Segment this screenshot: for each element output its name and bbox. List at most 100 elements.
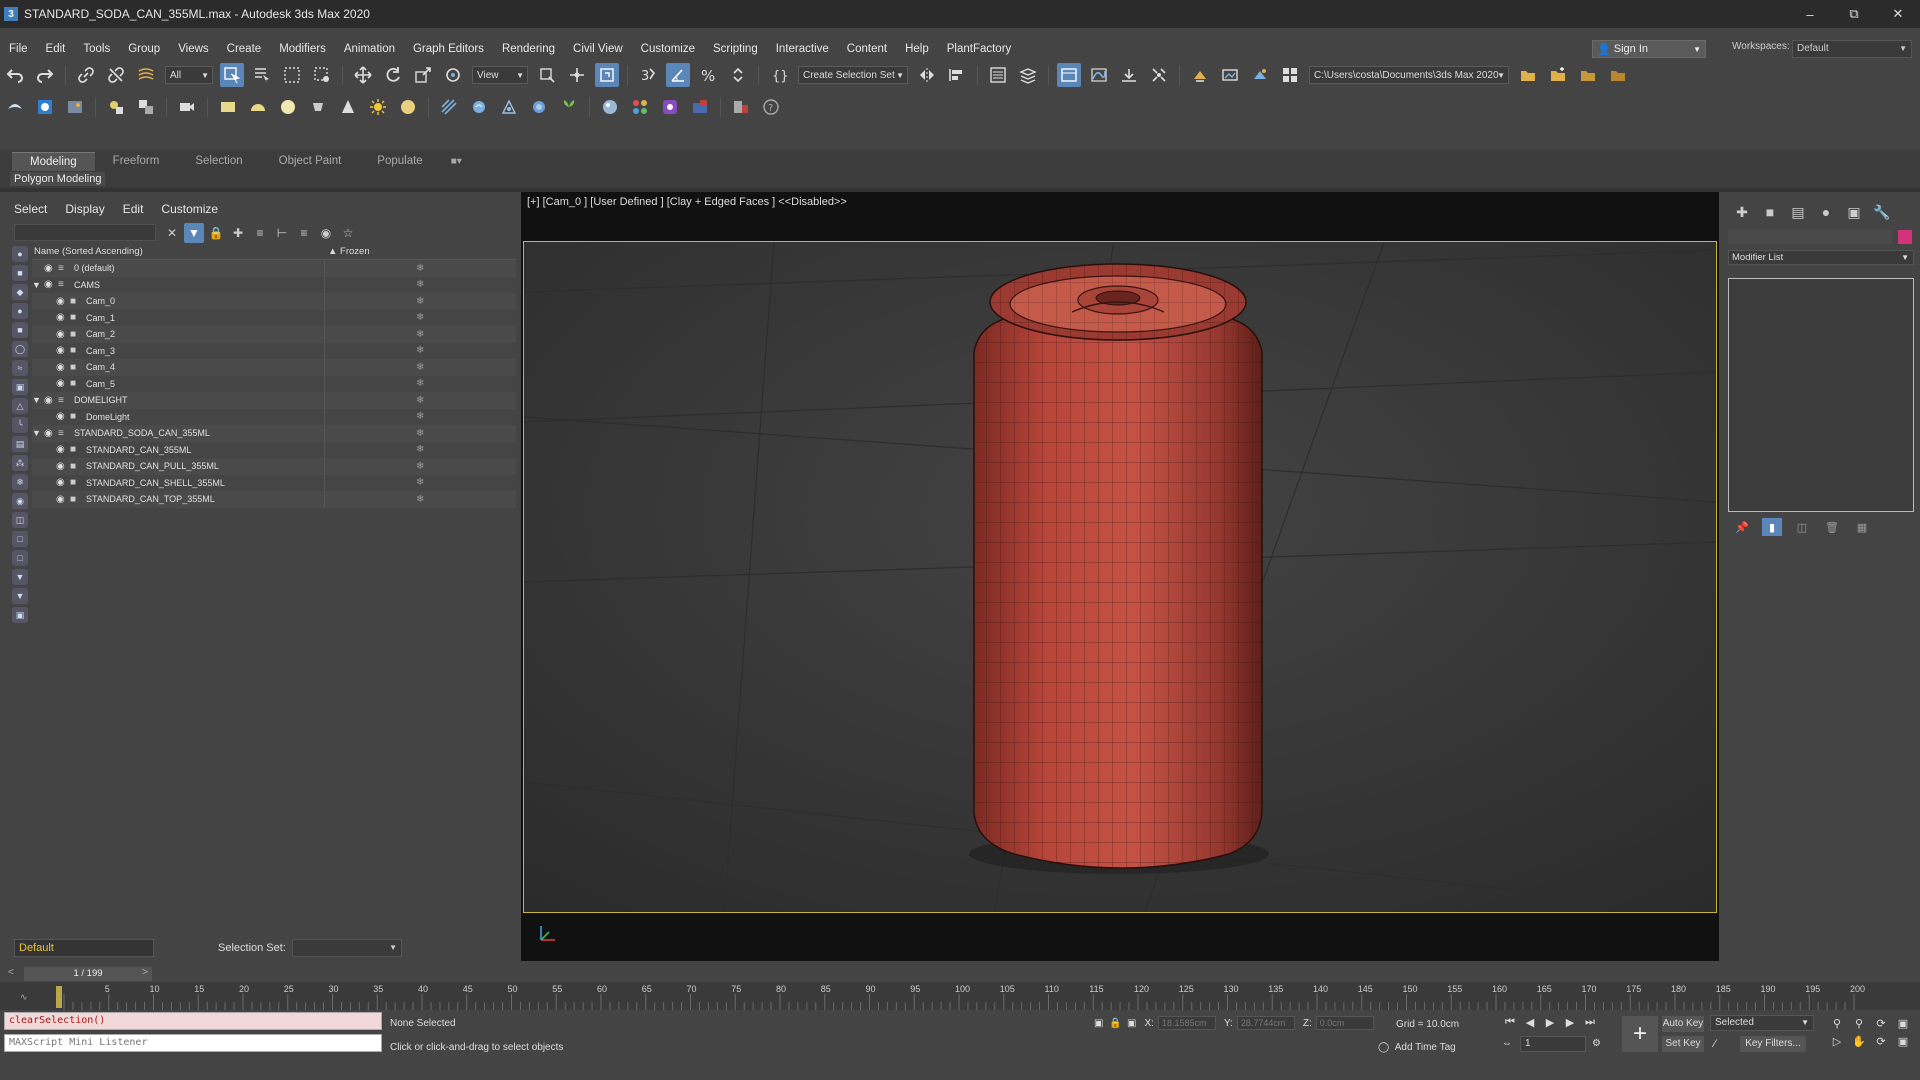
mirror-icon[interactable] <box>915 63 939 87</box>
select-dependents-icon[interactable]: ▼ <box>12 588 28 604</box>
visibility-eye-icon[interactable]: ◉ <box>56 296 70 307</box>
arnold-procedural-icon[interactable] <box>527 95 551 119</box>
menu-graph-editors[interactable]: Graph Editors <box>404 43 493 55</box>
show-end-result-icon[interactable]: ▮ <box>1762 518 1782 536</box>
unlink-icon[interactable] <box>104 63 128 87</box>
explorer-row[interactable]: ◉ ■ DomeLight ❄ <box>32 408 516 425</box>
motion-panel-icon[interactable]: ● <box>1812 202 1840 222</box>
remove-modifier-icon[interactable]: 🗑 <box>1822 518 1842 536</box>
menu-scripting[interactable]: Scripting <box>704 43 767 55</box>
next-frame-icon[interactable]: ▶ <box>1560 1014 1580 1030</box>
menu-customize[interactable]: Customize <box>632 43 704 55</box>
rect-selection-icon[interactable] <box>280 63 304 87</box>
new-layer-icon[interactable]: ✚ <box>228 223 248 243</box>
add-time-tag[interactable]: ◯ Add Time Tag <box>1378 1042 1456 1053</box>
hierarchy-icon[interactable]: ⊢ <box>272 223 292 243</box>
expand-arrow-icon[interactable]: ▼ <box>32 428 44 438</box>
explorer-menu-select[interactable]: Select <box>14 202 47 216</box>
display-panel-icon[interactable]: ▣ <box>1840 202 1868 222</box>
selection-filter-dropdown[interactable]: All ▼ <box>165 66 213 84</box>
visibility-eye-icon[interactable]: ◉ <box>56 378 70 389</box>
maxscript-output[interactable]: clearSelection() <box>4 1012 382 1030</box>
display-bones-icon[interactable]: ╰ <box>12 417 28 433</box>
arnold-camera-icon[interactable] <box>175 95 199 119</box>
set-key-mode-button[interactable]: + <box>1622 1016 1658 1052</box>
column-name-header[interactable]: Name (Sorted Ascending) <box>32 246 322 259</box>
project-paths-icon[interactable] <box>1606 63 1630 87</box>
find-icon[interactable]: ☆ <box>338 223 358 243</box>
arnold-skydome-icon[interactable] <box>246 95 270 119</box>
visibility-eye-icon[interactable]: ◉ <box>44 263 58 274</box>
modifier-stack[interactable] <box>1728 278 1914 512</box>
display-helpers-icon[interactable]: ◯ <box>12 341 28 357</box>
maximize-viewport-icon[interactable]: ▣ <box>1892 1014 1914 1032</box>
render-in-cloud-icon[interactable] <box>1278 63 1302 87</box>
angle-snap-icon[interactable] <box>666 63 690 87</box>
frozen-toggle-icon[interactable]: ❄ <box>416 279 424 290</box>
arnold-volume-icon[interactable] <box>437 95 461 119</box>
arnold-material-sphere-icon[interactable] <box>598 95 622 119</box>
arnold-help-icon[interactable]: ? <box>759 95 783 119</box>
display-xrefs-icon[interactable]: △ <box>12 398 28 414</box>
explorer-menu-edit[interactable]: Edit <box>123 202 144 216</box>
snaps-toggle-icon[interactable]: 3 <box>636 63 660 87</box>
pin-stack-icon[interactable]: 📌 <box>1732 518 1752 536</box>
make-unique-icon[interactable]: ◫ <box>1792 518 1812 536</box>
render-production-icon[interactable] <box>1248 63 1272 87</box>
arnold-render-icon[interactable] <box>33 95 57 119</box>
menu-views[interactable]: Views <box>169 43 217 55</box>
sign-in-dropdown[interactable]: 👤 Sign In ▼ <box>1592 40 1706 58</box>
explorer-row[interactable]: ◉ ≡ 0 (default) ❄ <box>32 260 516 277</box>
reference-coord-dropdown[interactable]: View ▼ <box>472 66 528 84</box>
select-by-name-icon[interactable] <box>250 63 274 87</box>
pivot-center-icon[interactable] <box>535 63 559 87</box>
clear-search-icon[interactable]: ✕ <box>162 223 182 243</box>
display-all-icon[interactable]: ● <box>12 246 28 262</box>
display-containers-icon[interactable]: ▤ <box>12 436 28 452</box>
display-children-icon[interactable]: ◫ <box>12 512 28 528</box>
key-filters-button[interactable]: Key Filters... <box>1740 1036 1806 1052</box>
explorer-row[interactable]: ◉ ■ Cam_2 ❄ <box>32 326 516 343</box>
explorer-row[interactable]: ◉ ■ STANDARD_CAN_PULL_355ML ❄ <box>32 458 516 475</box>
visibility-eye-icon[interactable]: ◉ <box>56 477 70 488</box>
move-icon[interactable] <box>351 63 375 87</box>
visibility-eye-icon[interactable]: ◉ <box>56 362 70 373</box>
toggle-layer-explorer-icon[interactable] <box>1016 63 1040 87</box>
menu-help[interactable]: Help <box>896 43 938 55</box>
frozen-toggle-icon[interactable]: ❄ <box>416 378 424 389</box>
curve-editor-icon[interactable] <box>1087 63 1111 87</box>
orbit-icon[interactable]: ⟳ <box>1870 1014 1892 1032</box>
time-configuration-icon[interactable]: ⚙ <box>1592 1038 1601 1049</box>
explorer-row[interactable]: ◉ ■ STANDARD_CAN_SHELL_355ML ❄ <box>32 474 516 491</box>
visibility-eye-icon[interactable]: ◉ <box>44 279 58 290</box>
column-frozen-header[interactable]: ▲ Frozen <box>322 246 516 259</box>
schematic-view-icon[interactable] <box>1117 63 1141 87</box>
menu-content[interactable]: Content <box>838 43 896 55</box>
align-icon[interactable] <box>945 63 969 87</box>
add-to-layer-icon[interactable]: ≡ <box>250 223 270 243</box>
select-manipulate-icon[interactable] <box>565 63 589 87</box>
utilities-panel-icon[interactable]: 🔧 <box>1868 202 1896 222</box>
create-panel-icon[interactable]: ✚ <box>1728 202 1756 222</box>
lock-icon[interactable]: 🔒 <box>206 223 226 243</box>
visibility-eye-icon[interactable]: ◉ <box>56 345 70 356</box>
arnold-photometric-icon[interactable] <box>306 95 330 119</box>
visibility-eye-icon[interactable]: ◉ <box>56 329 70 340</box>
redo-icon[interactable] <box>33 63 57 87</box>
select-object-icon[interactable] <box>220 63 244 87</box>
undo-icon[interactable] <box>3 63 27 87</box>
visibility-eye-icon[interactable]: ◉ <box>56 312 70 323</box>
object-name-field[interactable] <box>1728 230 1892 244</box>
arnold-icon[interactable] <box>3 95 27 119</box>
tab-freeform[interactable]: Freeform <box>95 152 178 170</box>
configure-modifier-sets-icon[interactable]: ▦ <box>1852 518 1872 536</box>
zoom-all-icon[interactable]: ⚲ <box>1848 1014 1870 1032</box>
frozen-toggle-icon[interactable]: ❄ <box>416 411 424 422</box>
menu-edit[interactable]: Edit <box>37 43 75 55</box>
frozen-toggle-icon[interactable]: ❄ <box>416 494 424 505</box>
visibility-eye-icon[interactable]: ◉ <box>44 395 58 406</box>
bind-spacewarp-icon[interactable] <box>134 63 158 87</box>
time-slider[interactable] <box>0 964 1920 982</box>
arnold-material-lib-icon[interactable] <box>628 95 652 119</box>
explorer-row[interactable]: ◉ ■ Cam_4 ❄ <box>32 359 516 376</box>
